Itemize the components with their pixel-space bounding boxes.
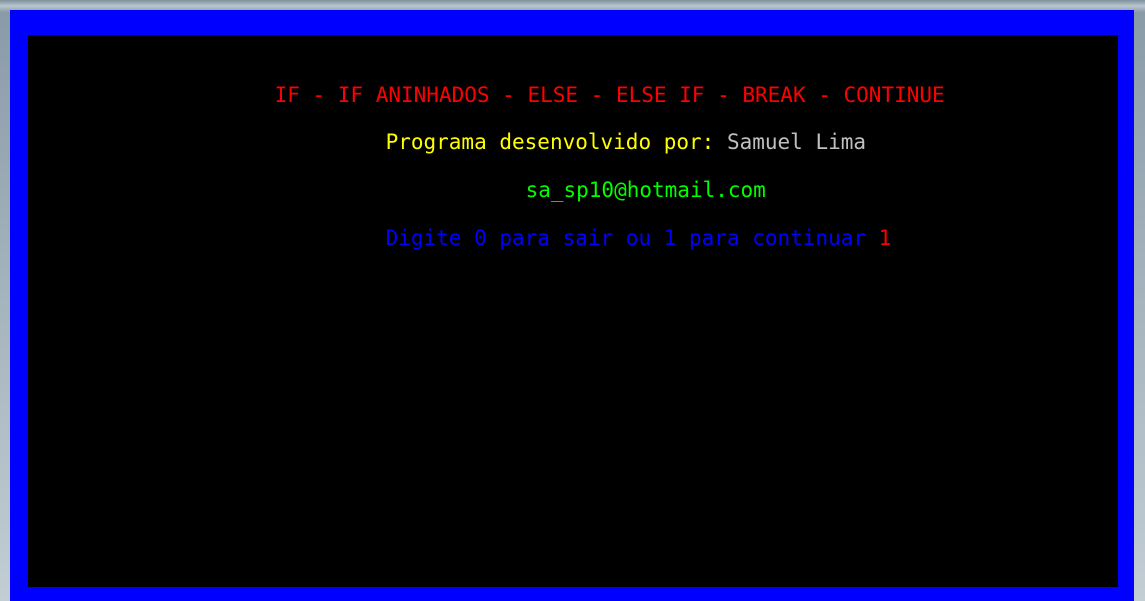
prompt-line: Digite 0 para sair ou 1 para continuar 1 [335, 202, 892, 274]
title-text: IF - IF ANINHADOS - ELSE - ELSE IF - BRE… [274, 83, 945, 107]
email-text: sa_sp10@hotmail.com [525, 178, 766, 202]
input-value[interactable]: 1 [879, 226, 892, 250]
console-output-area[interactable]: IF - IF ANINHADOS - ELSE - ELSE IF - BRE… [28, 35, 1118, 587]
credit-name: Samuel Lima [714, 130, 867, 154]
credit-label: Programa desenvolvido por: [385, 130, 715, 154]
prompt-text: Digite 0 para sair ou 1 para continuar [385, 226, 879, 250]
